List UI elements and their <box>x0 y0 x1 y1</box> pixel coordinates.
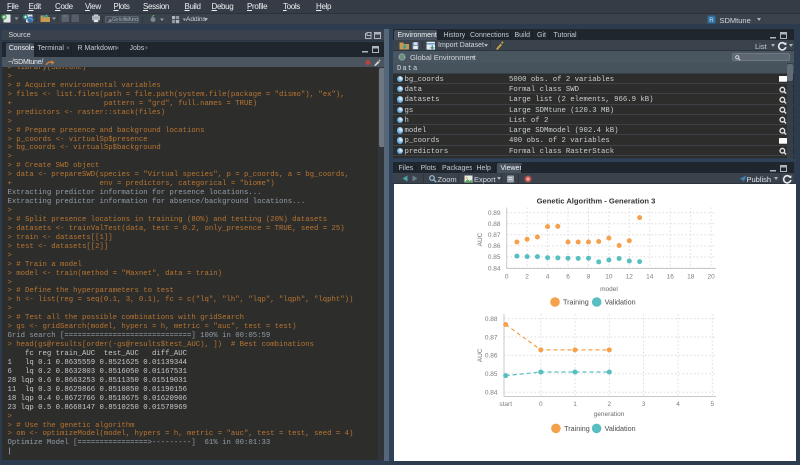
svg-text:5: 5 <box>710 401 714 408</box>
svg-text:0.85: 0.85 <box>488 254 501 261</box>
svg-text:Validation: Validation <box>605 298 636 307</box>
svg-text:Training: Training <box>564 424 590 433</box>
svg-text:0.86: 0.86 <box>485 353 498 360</box>
svg-text:0.84: 0.84 <box>485 390 498 397</box>
svg-text:4: 4 <box>676 401 680 408</box>
svg-text:2: 2 <box>607 401 611 408</box>
svg-text:20: 20 <box>707 274 715 281</box>
svg-text:0: 0 <box>539 401 543 408</box>
svg-text:1: 1 <box>573 401 577 408</box>
svg-text:0.87: 0.87 <box>485 334 498 341</box>
svg-text:10: 10 <box>605 274 613 281</box>
svg-text:0.86: 0.86 <box>488 243 501 250</box>
svg-text:start: start <box>499 401 512 408</box>
svg-text:18: 18 <box>687 274 695 281</box>
svg-text:0.88: 0.88 <box>485 316 498 323</box>
svg-text:6: 6 <box>566 274 570 281</box>
svg-text:16: 16 <box>667 274 675 281</box>
svg-text:14: 14 <box>646 274 654 281</box>
svg-text:0: 0 <box>505 274 509 281</box>
svg-text:4: 4 <box>546 274 550 281</box>
svg-text:3: 3 <box>642 401 646 408</box>
svg-text:2: 2 <box>525 274 529 281</box>
svg-text:Validation: Validation <box>605 424 636 433</box>
svg-text:0.84: 0.84 <box>488 265 501 272</box>
svg-text:AUC: AUC <box>477 232 484 246</box>
svg-text:0.87: 0.87 <box>488 232 501 239</box>
svg-text:0.85: 0.85 <box>485 371 498 378</box>
svg-text:0.88: 0.88 <box>488 221 501 228</box>
svg-text:12: 12 <box>626 274 634 281</box>
svg-text:R: R <box>709 17 714 24</box>
svg-text:Training: Training <box>563 298 589 307</box>
svg-text:generation: generation <box>594 411 625 418</box>
svg-text:8: 8 <box>587 274 591 281</box>
svg-text:AUC: AUC <box>477 348 484 362</box>
svg-text:0.89: 0.89 <box>488 210 501 217</box>
svg-text:model: model <box>600 286 618 293</box>
svg-text:Genetic Algorithm - Generation: Genetic Algorithm - Generation 3 <box>537 197 656 206</box>
